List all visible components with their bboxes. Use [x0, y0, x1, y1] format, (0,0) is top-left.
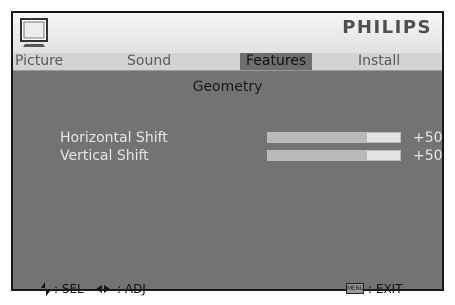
tv-icon: [19, 16, 49, 54]
brand-logo: PHILIPS: [342, 17, 432, 38]
up-down-arrows-icon: [40, 279, 52, 305]
footer-hints: : SEL : ADJ MENU : EXIT: [13, 279, 442, 299]
osd-menu: PHILIPS Picture Sound Features Install G…: [11, 11, 444, 296]
horizontal-shift-value: +50: [413, 130, 443, 146]
tab-sound[interactable]: Sound: [127, 53, 171, 70]
adjust-hint: : ADJ: [117, 282, 146, 296]
horizontal-shift-label[interactable]: Horizontal Shift: [60, 130, 168, 146]
select-hint: : SEL: [54, 282, 84, 296]
tab-features[interactable]: Features: [240, 53, 313, 70]
left-right-arrows-icon: [96, 279, 110, 305]
tab-picture[interactable]: Picture: [15, 53, 63, 70]
section-title: Geometry: [192, 79, 263, 95]
vertical-shift-value: +50: [413, 148, 443, 164]
menu-key-icon: MENU: [346, 283, 364, 294]
tab-install[interactable]: Install: [358, 53, 400, 70]
exit-hint: : EXIT: [368, 282, 403, 296]
horizontal-shift-slider-fill: [268, 133, 367, 142]
vertical-shift-slider-fill: [268, 151, 367, 160]
vertical-shift-slider[interactable]: [267, 150, 401, 161]
horizontal-shift-slider[interactable]: [267, 132, 401, 143]
tab-bar: Picture Sound Features Install: [13, 53, 442, 71]
osd-header: PHILIPS: [13, 13, 442, 54]
vertical-shift-label[interactable]: Vertical Shift: [60, 148, 149, 164]
